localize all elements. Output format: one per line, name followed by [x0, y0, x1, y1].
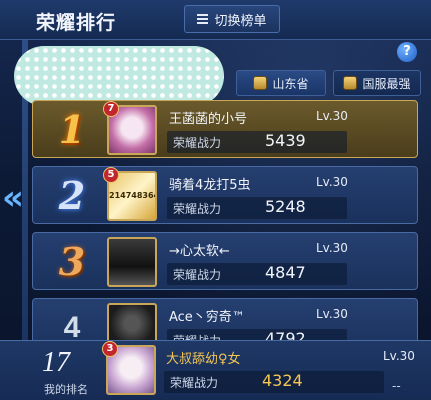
header-bar: 荣耀排行 切换榜单 [0, 0, 431, 40]
player-name: 骑着4龙打5虫 [169, 178, 251, 193]
prev-arrow-icon[interactable]: « [2, 178, 24, 218]
my-player-name: 大叔舔幼♀女 [166, 352, 241, 367]
level-badge: 7 [103, 101, 119, 117]
player-name: Ace丶穷奇™ [169, 310, 245, 325]
page-title: 荣耀排行 [36, 12, 117, 34]
help-button[interactable]: ? [397, 42, 417, 62]
tab-province[interactable]: 山东省 [236, 70, 326, 96]
my-rank-bar: 17 我的排名 3 大叔舔幼♀女 Lv.30 荣耀战力 4324 -- [0, 340, 431, 400]
power-value: 5248 [265, 197, 306, 216]
player-name: 王菡菡的小号 [169, 112, 248, 127]
rank-row-1[interactable]: 1 7 王菡菡的小号 Lv.30 荣耀战力 5439 [32, 100, 418, 158]
privacy-blur-overlay [14, 46, 224, 106]
list-icon [197, 14, 209, 24]
province-emblem-icon [253, 76, 268, 90]
level-badge: 5 [103, 167, 119, 183]
player-level: Lv.30 [316, 109, 348, 123]
my-level-badge: 3 [102, 341, 118, 357]
my-player-level: Lv.30 [383, 349, 415, 363]
player-name: →心太软← [169, 244, 230, 259]
rank-number: 2 [58, 173, 86, 218]
switch-list-label: 切换榜单 [214, 13, 267, 29]
avatar-caption: 2147483647 [109, 191, 155, 200]
tab-province-label: 山东省 [272, 76, 309, 91]
switch-list-button[interactable]: 切换榜单 [184, 5, 280, 33]
my-rank-label: 我的排名 [44, 383, 88, 396]
tab-national[interactable]: 国服最强 [333, 70, 421, 96]
power-label: 荣耀战力 [173, 136, 222, 150]
player-level: Lv.30 [316, 175, 348, 189]
power-value: 5439 [265, 131, 306, 150]
my-power-label: 荣耀战力 [170, 376, 219, 390]
power-box: 荣耀战力 4847 [167, 263, 347, 285]
my-power-value: 4324 [262, 371, 303, 390]
power-label: 荣耀战力 [173, 202, 222, 216]
player-level: Lv.30 [316, 307, 348, 321]
my-extra-value: -- [392, 379, 401, 393]
power-value: 4847 [265, 263, 306, 282]
tab-national-label: 国服最强 [362, 76, 411, 91]
player-level: Lv.30 [316, 241, 348, 255]
power-box: 荣耀战力 5439 [167, 131, 347, 153]
avatar[interactable] [107, 237, 157, 287]
rank-number: 1 [58, 107, 86, 152]
rank-row-3[interactable]: 3 →心太软← Lv.30 荣耀战力 4847 [32, 232, 418, 290]
national-emblem-icon [343, 76, 358, 90]
power-label: 荣耀战力 [173, 268, 222, 282]
my-power-box: 荣耀战力 4324 [164, 371, 384, 393]
power-box: 荣耀战力 5248 [167, 197, 347, 219]
rank-number: 3 [58, 239, 86, 284]
my-rank-number: 17 [42, 347, 70, 378]
rank-row-2[interactable]: 2 2147483647 5 骑着4龙打5虫 Lv.30 荣耀战力 5248 [32, 166, 418, 224]
